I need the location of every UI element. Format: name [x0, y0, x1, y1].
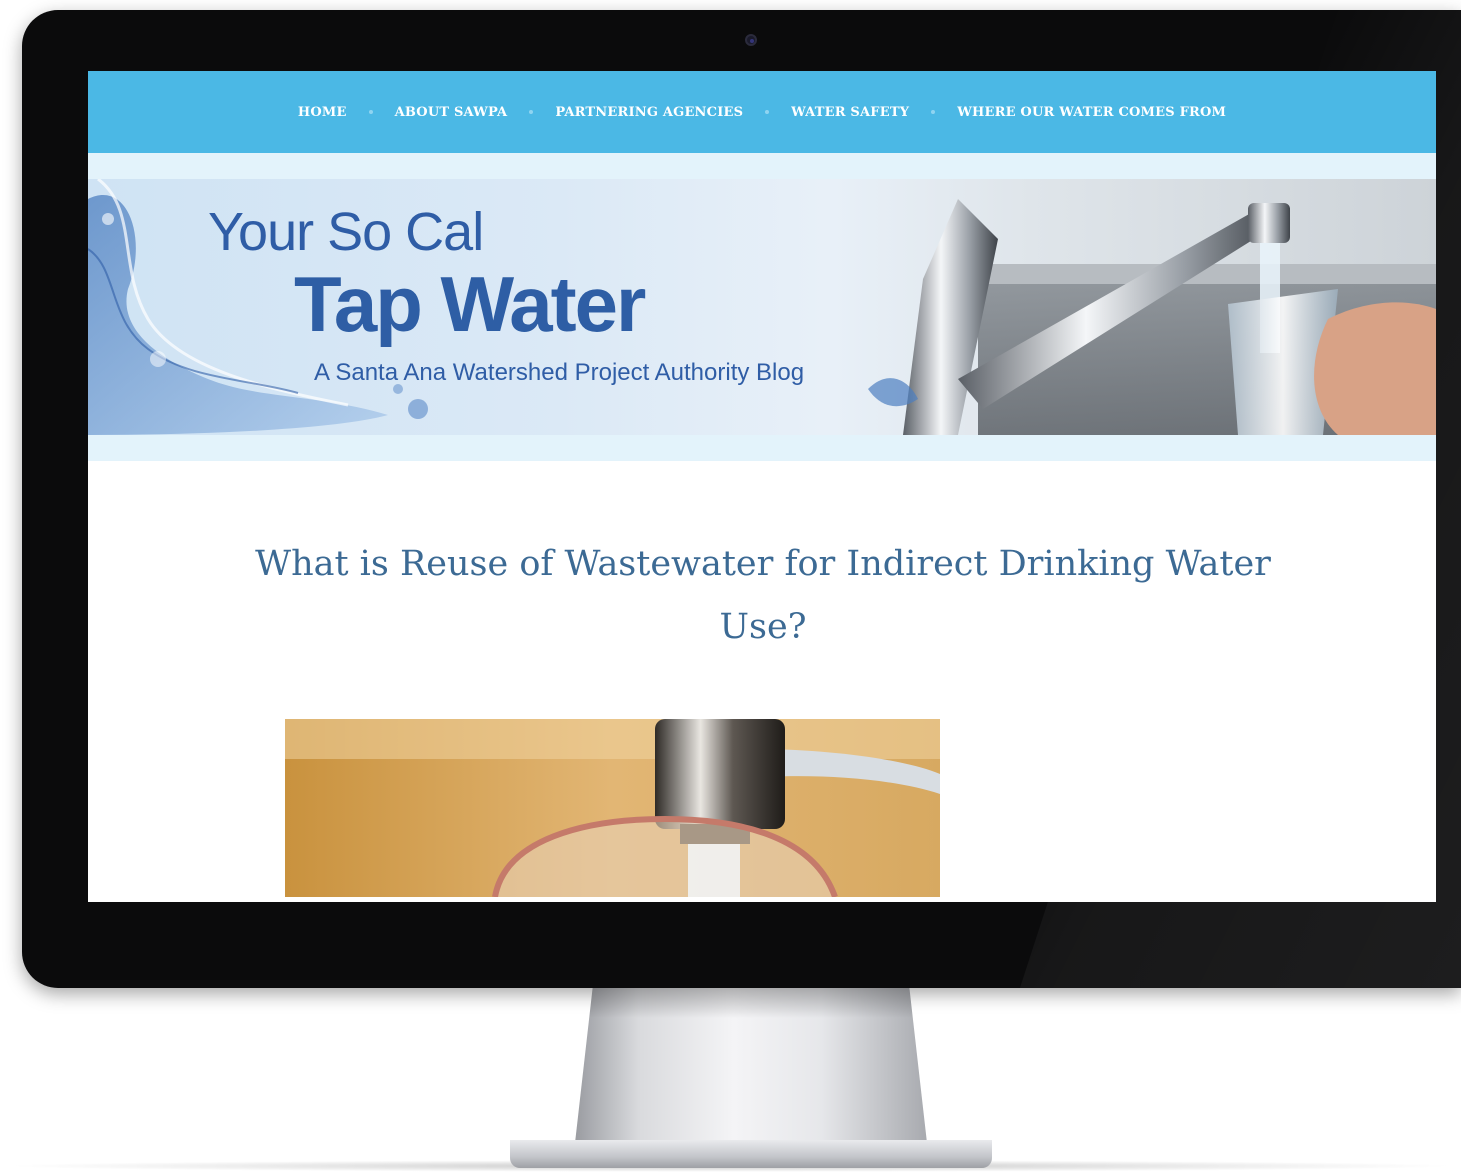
monitor-screen: HOME ABOUT SAWPA PARTNERING AGENCIES WAT…: [88, 71, 1436, 902]
faucet-photo-illustration: [285, 719, 940, 897]
article-featured-image[interactable]: [285, 719, 940, 897]
top-navigation: HOME ABOUT SAWPA PARTNERING AGENCIES WAT…: [88, 71, 1436, 153]
banner-title-line-1: Your So Cal: [208, 202, 484, 262]
faucet-and-glass-illustration: [868, 199, 1436, 435]
nav-item-water-safety[interactable]: WATER SAFETY: [791, 105, 909, 120]
dot-separator-icon: [529, 110, 534, 114]
nav-item-about-sawpa[interactable]: ABOUT SAWPA: [395, 105, 508, 120]
nav-item-partnering-agencies[interactable]: PARTNERING AGENCIES: [555, 105, 743, 120]
monitor-stand-base: [510, 1140, 992, 1168]
nav-item-where-our-water-comes-from[interactable]: WHERE OUR WATER COMES FROM: [957, 105, 1226, 120]
monitor-bezel: HOME ABOUT SAWPA PARTNERING AGENCIES WAT…: [22, 10, 1461, 988]
nav-item-home[interactable]: HOME: [298, 105, 347, 120]
dot-separator-icon: [368, 110, 373, 114]
monitor-stand-neck: [575, 988, 927, 1143]
dot-separator-icon: [765, 110, 770, 114]
nav-divider-strip: [88, 153, 1436, 179]
camera-icon: [745, 34, 757, 46]
dot-separator-icon: [931, 110, 936, 114]
banner-bottom-strip: [88, 435, 1436, 461]
article-title[interactable]: What is Reuse of Wastewater for Indirect…: [238, 533, 1288, 659]
nav-list: HOME ABOUT SAWPA PARTNERING AGENCIES WAT…: [298, 105, 1226, 120]
banner-title-line-2: Tap Water: [294, 260, 646, 348]
site-header-banner[interactable]: Your So Cal Tap Water A Santa Ana Waters…: [88, 179, 1436, 435]
banner-tagline: A Santa Ana Watershed Project Authority …: [314, 359, 805, 386]
